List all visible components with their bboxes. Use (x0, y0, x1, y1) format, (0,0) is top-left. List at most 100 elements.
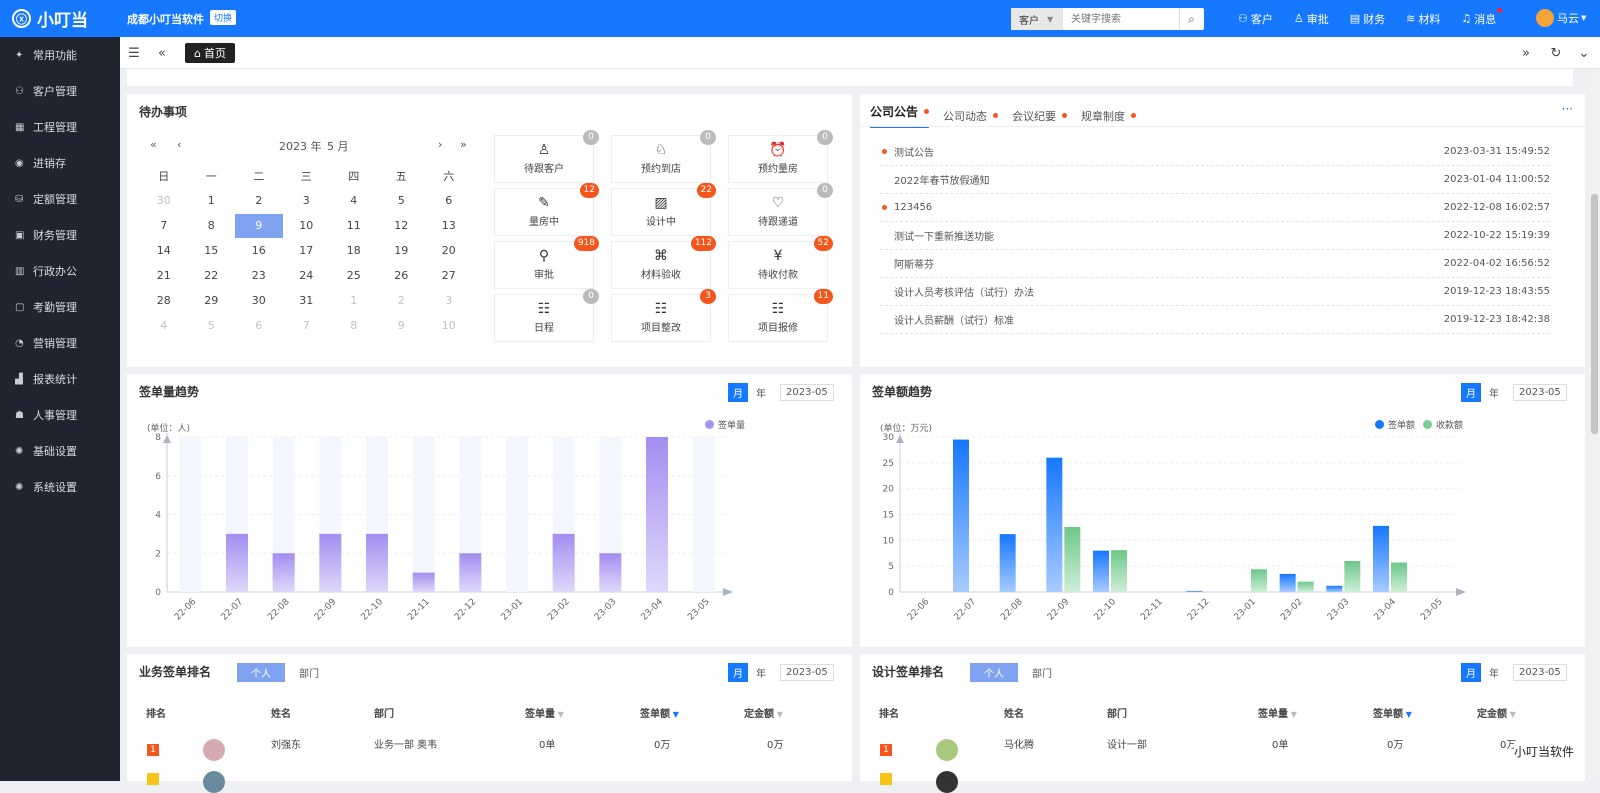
calendar-day[interactable]: 5 (378, 194, 426, 207)
year-button[interactable]: 年 (756, 665, 766, 680)
next-year-icon[interactable]: » (460, 138, 467, 151)
next-month-icon[interactable]: › (438, 138, 442, 151)
calendar-day[interactable]: 29 (188, 294, 236, 307)
sidebar-item-finance[interactable]: ▣ 财务管理 (0, 217, 120, 253)
date-picker[interactable]: 2023-05 (780, 664, 834, 681)
calendar-day[interactable]: 4 (140, 319, 188, 332)
column-header-amount[interactable]: 签单额 ▼ (1373, 705, 1412, 720)
more-icon[interactable]: ··· (1562, 102, 1573, 116)
calendar-day-selected[interactable]: 9 (235, 213, 283, 238)
calendar-day[interactable]: 23 (235, 269, 283, 282)
calendar-day[interactable]: 7 (140, 219, 188, 232)
todo-tile-material-check[interactable]: ⌘ 材料验收 112 (611, 236, 716, 289)
calendar-day[interactable]: 3 (283, 194, 331, 207)
calendar-day[interactable]: 22 (188, 269, 236, 282)
calendar-day[interactable]: 16 (235, 244, 283, 257)
calendar-day[interactable]: 30 (140, 194, 188, 207)
calendar-day[interactable]: 18 (330, 244, 378, 257)
calendar-day[interactable]: 1 (188, 194, 236, 207)
date-picker[interactable]: 2023-05 (1513, 664, 1567, 681)
user-menu[interactable]: 马云 ▼ (1536, 9, 1586, 27)
tab-personal[interactable]: 个人 (237, 663, 285, 682)
tab-department[interactable]: 部门 (285, 663, 333, 682)
tab-company-news[interactable]: 公司动态 (943, 103, 999, 128)
scroll-left-icon[interactable]: « (148, 37, 176, 69)
notice-item[interactable]: 2022年春节放假通知 2023-01-04 11:00:52 (880, 166, 1550, 194)
month-button[interactable]: 月 (728, 663, 748, 682)
notice-item[interactable]: 123456 2022-12-08 16:02:57 (880, 194, 1550, 222)
todo-tile-store-visit[interactable]: ♘ 预约到店 0 (611, 130, 716, 183)
year-button[interactable]: 年 (1489, 385, 1499, 400)
calendar-day[interactable]: 15 (188, 244, 236, 257)
sidebar-item-basic[interactable]: ✺ 基础设置 (0, 433, 120, 469)
todo-tile-schedule[interactable]: ☷ 日程 0 (494, 289, 599, 342)
calendar-day[interactable]: 4 (330, 194, 378, 207)
date-picker[interactable]: 2023-05 (1513, 384, 1567, 401)
scrollbar-thumb[interactable] (1591, 194, 1598, 434)
calendar-day[interactable]: 12 (378, 219, 426, 232)
nav-customer[interactable]: ⚇ 客户 (1238, 11, 1273, 27)
tab-department[interactable]: 部门 (1018, 663, 1066, 682)
calendar-day[interactable]: 10 (425, 319, 473, 332)
todo-tile-follow-channel[interactable]: ♡ 待跟递道 0 (728, 183, 833, 236)
calendar-day[interactable]: 8 (330, 319, 378, 332)
sidebar-item-hr[interactable]: ☗ 人事管理 (0, 397, 120, 433)
tab-company-notice[interactable]: 公司公告 (870, 103, 930, 128)
sidebar-item-customer[interactable]: ⚇ 客户管理 (0, 73, 120, 109)
prev-month-icon[interactable]: ‹ (177, 138, 181, 151)
scroll-right-icon[interactable]: » (1512, 37, 1540, 69)
app-logo[interactable]: ⓧ 小叮当 (0, 0, 120, 37)
year-button[interactable]: 年 (1489, 665, 1499, 680)
calendar-day[interactable]: 6 (425, 194, 473, 207)
month-button[interactable]: 月 (1461, 383, 1481, 402)
calendar-day[interactable]: 3 (425, 294, 473, 307)
nav-message[interactable]: ♫ 消息 (1461, 7, 1503, 27)
sidebar-item-inventory[interactable]: ◉ 进销存 (0, 145, 120, 181)
notice-item[interactable]: 测试一下重新推送功能 2022-10-22 15:19:39 (880, 222, 1550, 250)
month-button[interactable]: 月 (1461, 663, 1481, 682)
search-icon[interactable]: ⌕ (1179, 8, 1203, 30)
calendar-day[interactable]: 2 (235, 194, 283, 207)
notice-item[interactable]: 设计人员考核评估（试行）办法 2019-12-23 18:43:55 (880, 278, 1550, 306)
calendar-day[interactable]: 25 (330, 269, 378, 282)
menu-toggle-icon[interactable]: ☰ (120, 37, 148, 69)
sidebar-item-marketing[interactable]: ◔ 营销管理 (0, 325, 120, 361)
calendar-day[interactable]: 24 (283, 269, 331, 282)
sidebar-item-system[interactable]: ✺ 系统设置 (0, 469, 120, 505)
column-header-amount[interactable]: 签单额 ▼ (640, 705, 679, 720)
todo-tile-follow-customer[interactable]: ♙ 待跟客户 0 (494, 130, 599, 183)
todo-tile-repair[interactable]: ☷ 项目报修 11 (728, 289, 833, 342)
month-button[interactable]: 月 (728, 383, 748, 402)
todo-tile-payment[interactable]: ¥ 待收付款 52 (728, 236, 833, 289)
tab-home[interactable]: ⌂ 首页 (185, 43, 235, 63)
refresh-icon[interactable]: ↻ (1542, 37, 1570, 69)
sidebar-item-common[interactable]: ✦ 常用功能 (0, 37, 120, 73)
search-type-select[interactable]: 客户 ▼ (1011, 8, 1063, 30)
tab-regulations[interactable]: 规章制度 (1081, 103, 1137, 128)
column-header-deposit[interactable]: 定金额 ▼ (1477, 705, 1516, 720)
nav-material[interactable]: ≋ 材料 (1406, 11, 1440, 27)
calendar-day[interactable]: 7 (283, 319, 331, 332)
column-header-deposit[interactable]: 定金额 ▼ (744, 705, 783, 720)
calendar-day[interactable]: 5 (188, 319, 236, 332)
calendar-day[interactable]: 20 (425, 244, 473, 257)
calendar-day[interactable]: 1 (330, 294, 378, 307)
todo-tile-designing[interactable]: ▨ 设计中 22 (611, 183, 716, 236)
todo-tile-approval[interactable]: ⚲ 审批 918 (494, 236, 599, 289)
calendar-day[interactable]: 14 (140, 244, 188, 257)
calendar-day[interactable]: 21 (140, 269, 188, 282)
calendar-month[interactable]: 5 月 (327, 138, 349, 154)
sidebar-item-office[interactable]: ▥ 行政办公 (0, 253, 120, 289)
date-picker[interactable]: 2023-05 (780, 384, 834, 401)
calendar-day[interactable]: 11 (330, 219, 378, 232)
todo-tile-measure-booking[interactable]: ⏰ 预约量房 0 (728, 130, 833, 183)
calendar-day[interactable]: 9 (378, 319, 426, 332)
calendar-day[interactable]: 26 (378, 269, 426, 282)
calendar-day[interactable]: 19 (378, 244, 426, 257)
todo-tile-rectify[interactable]: ☷ 项目整改 3 (611, 289, 716, 342)
calendar-day[interactable]: 28 (140, 294, 188, 307)
switch-company-button[interactable]: 切换 (210, 10, 237, 25)
notice-item[interactable]: 测试公告 2023-03-31 15:49:52 (880, 138, 1550, 166)
year-button[interactable]: 年 (756, 385, 766, 400)
column-header-count[interactable]: 签单量 ▼ (1258, 705, 1297, 720)
